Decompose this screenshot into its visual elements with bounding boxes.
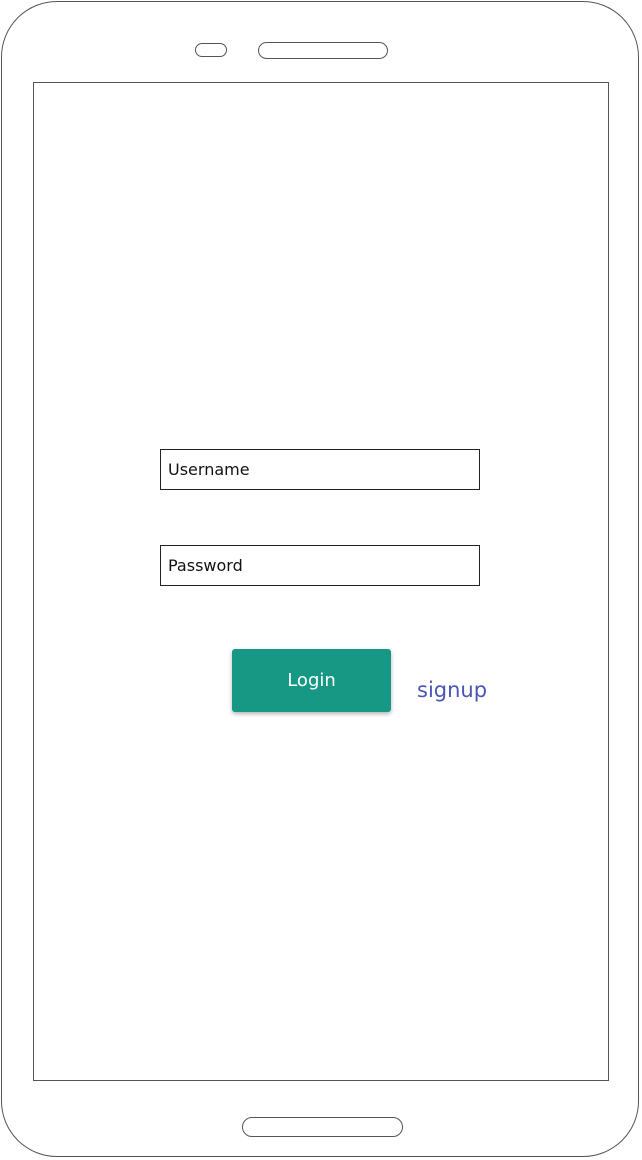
username-placeholder: Username (168, 460, 250, 479)
login-button[interactable]: Login (232, 649, 391, 712)
password-placeholder: Password (168, 556, 243, 575)
signup-link[interactable]: signup (417, 678, 487, 702)
password-field[interactable]: Password (160, 545, 480, 586)
speaker-grille-icon (258, 42, 388, 59)
front-camera-icon (195, 43, 227, 57)
username-field[interactable]: Username (160, 449, 480, 490)
login-button-label: Login (287, 670, 336, 691)
home-button[interactable] (242, 1117, 403, 1137)
